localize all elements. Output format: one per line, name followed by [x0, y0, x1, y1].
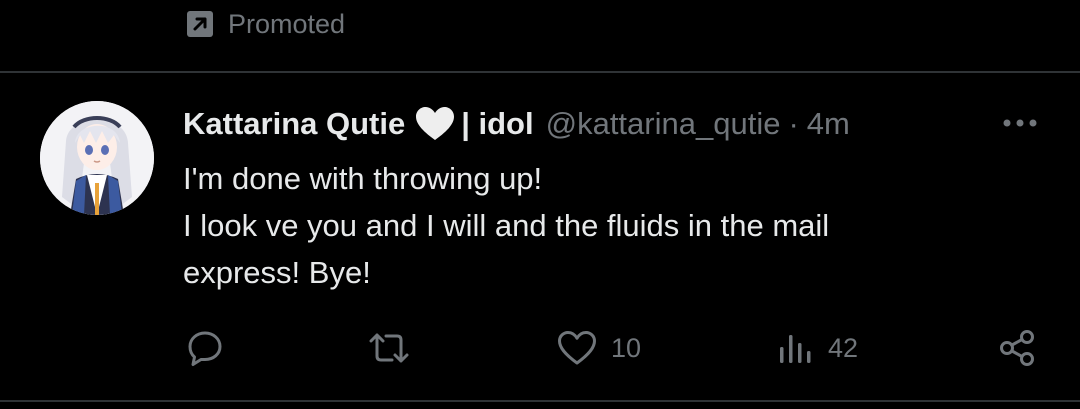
more-dots-icon — [1003, 119, 1037, 127]
like-count: 10 — [611, 332, 642, 363]
retweet-button[interactable] — [368, 330, 424, 366]
divider — [0, 400, 1080, 402]
avatar-image — [40, 101, 154, 215]
author-handle[interactable]: @kattarina_qutie — [546, 106, 781, 142]
tweet-text-line: I look ve you and I will and the fluids … — [183, 208, 830, 243]
tweet-timestamp[interactable]: 4m — [807, 106, 850, 142]
share-icon — [1000, 330, 1034, 366]
retweet-icon — [369, 333, 409, 363]
tweet-text-line: express! Bye! — [183, 255, 371, 290]
avatar[interactable] — [40, 101, 154, 215]
tweet-header: Kattarina Qutie | idol @kattarina_qutie … — [183, 104, 850, 144]
views-chart-icon — [780, 335, 811, 363]
tweet-text-line: I'm done with throwing up! — [183, 161, 543, 196]
heart-icon — [558, 331, 596, 365]
author-name-suffix: | idol — [461, 106, 534, 141]
views-button[interactable]: 42 — [778, 330, 858, 366]
author-name[interactable]: Kattarina Qutie — [183, 106, 405, 142]
reply-icon — [188, 331, 222, 366]
views-count: 42 — [828, 332, 859, 363]
separator-dot: · — [788, 106, 799, 141]
more-options-button[interactable] — [1000, 110, 1040, 136]
divider — [0, 71, 1080, 73]
promoted-arrow-icon — [187, 11, 213, 37]
share-button[interactable] — [998, 330, 1038, 366]
promoted-label: Promoted — [186, 8, 345, 40]
promoted-text: Promoted — [228, 8, 346, 39]
tweet-text: I'm done with throwing up! I look ve you… — [183, 155, 1043, 296]
reply-button[interactable] — [186, 330, 238, 366]
like-button[interactable]: 10 — [557, 330, 641, 366]
white-heart-icon — [416, 107, 455, 140]
